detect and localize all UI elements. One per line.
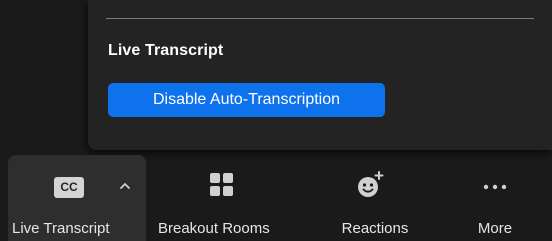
popup-title: Live Transcript [108, 42, 224, 59]
divider [106, 18, 534, 19]
ellipsis-icon [483, 184, 507, 190]
live-transcript-popup: Live Transcript Disable Auto-Transcripti… [88, 0, 552, 150]
breakout-rooms-label: Breakout Rooms [158, 220, 270, 237]
reactions-label: Reactions [341, 220, 409, 237]
disable-auto-transcription-button[interactable]: Disable Auto-Transcription [108, 83, 385, 117]
cc-icon: CC [54, 177, 84, 198]
live-transcript-button[interactable]: CC Live Transcript [8, 155, 146, 241]
emoji-add-icon [358, 171, 384, 197]
live-transcript-label: Live Transcript [12, 220, 110, 237]
more-label: More [477, 220, 513, 237]
meeting-screen: Live Transcript Disable Auto-Transcripti… [0, 0, 552, 241]
reactions-button[interactable]: Reactions [320, 155, 430, 241]
grid-icon [210, 173, 233, 196]
breakout-rooms-button[interactable]: Breakout Rooms [150, 155, 308, 241]
more-button[interactable]: More [445, 155, 545, 241]
meeting-toolbar: CC Live Transcript Breakout Rooms Reacti… [0, 155, 552, 241]
chevron-up-icon[interactable] [119, 181, 131, 191]
